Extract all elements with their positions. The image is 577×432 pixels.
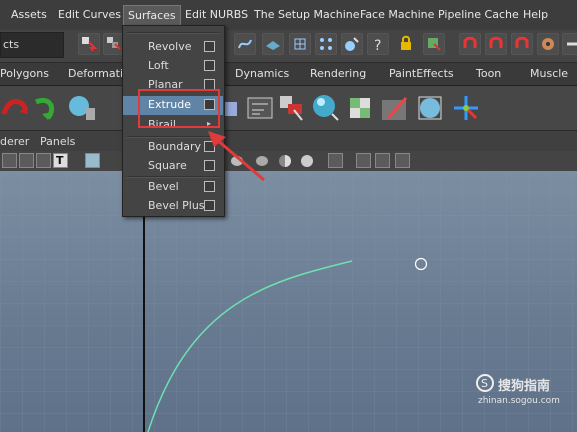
light-sphere-icon[interactable] bbox=[300, 153, 315, 168]
tab-painteffects[interactable]: PaintEffects bbox=[389, 67, 454, 80]
redo-arrow-icon[interactable] bbox=[30, 92, 62, 124]
watermark-brand: 搜狗指南 bbox=[498, 379, 551, 394]
panel-menu-bar: derer Panels bbox=[0, 131, 577, 151]
annotation-arrow-icon bbox=[208, 131, 265, 182]
shelf-icons bbox=[0, 86, 577, 131]
share-view-icon[interactable] bbox=[395, 153, 410, 168]
menu-face-machine[interactable]: Face Machine bbox=[360, 8, 434, 21]
partial-icon[interactable] bbox=[225, 92, 239, 124]
snap-points-icon[interactable] bbox=[315, 33, 337, 55]
svg-text:?: ? bbox=[374, 38, 381, 52]
tool-red-icon[interactable] bbox=[276, 92, 308, 124]
bookmark-icon[interactable] bbox=[36, 153, 51, 168]
sphere-delete-icon[interactable] bbox=[66, 92, 98, 124]
menu-tearoff[interactable] bbox=[127, 32, 219, 34]
main-menu-bar: Assets Edit Curves Surfaces Edit NURBS T… bbox=[0, 0, 577, 31]
select-highlight-icon[interactable] bbox=[423, 33, 445, 55]
viewport-grid bbox=[0, 171, 577, 432]
menu-renderer[interactable]: derer bbox=[0, 135, 29, 148]
revolve-option-box[interactable] bbox=[204, 41, 215, 52]
render-settings-icon[interactable] bbox=[537, 33, 559, 55]
magnet-grid-icon[interactable] bbox=[485, 33, 507, 55]
svg-text:S: S bbox=[481, 377, 488, 390]
tab-dynamics[interactable]: Dynamics bbox=[235, 67, 289, 80]
shelf-tab-bar: Polygons Deformation Dynamics Rendering … bbox=[0, 63, 577, 86]
snap-surface-icon[interactable] bbox=[262, 33, 284, 55]
menu-item-loft[interactable]: Loft bbox=[123, 57, 223, 76]
snap-curve-icon[interactable] bbox=[234, 33, 256, 55]
magnet-curve-icon[interactable] bbox=[459, 33, 481, 55]
snap-view-icon[interactable] bbox=[289, 33, 311, 55]
lattice-sphere-icon[interactable] bbox=[414, 92, 446, 124]
menu-item-bevel-plus[interactable]: Bevel Plus bbox=[123, 197, 223, 216]
status-line: cts ? bbox=[0, 30, 577, 63]
help-icon[interactable]: ? bbox=[367, 33, 389, 55]
menu-set-label: cts bbox=[3, 38, 20, 51]
loft-option-box[interactable] bbox=[204, 60, 215, 71]
make-live-icon[interactable] bbox=[341, 33, 363, 55]
hypergraph-icon[interactable] bbox=[244, 92, 276, 124]
paint-brush-icon[interactable] bbox=[380, 92, 412, 124]
menu-surfaces[interactable]: Surfaces bbox=[123, 5, 181, 26]
menu-pipeline-cache[interactable]: Pipeline Cache bbox=[438, 8, 519, 21]
render-view-icon[interactable] bbox=[562, 33, 577, 55]
camera-attr-icon[interactable] bbox=[2, 153, 17, 168]
panel-toolbar: T bbox=[0, 151, 577, 172]
magnet-point-icon[interactable] bbox=[511, 33, 533, 55]
tab-muscle[interactable]: Muscle bbox=[530, 67, 568, 80]
copy-view-icon[interactable] bbox=[375, 153, 390, 168]
tab-rendering[interactable]: Rendering bbox=[310, 67, 366, 80]
menu-edit-nurbs[interactable]: Edit NURBS bbox=[185, 8, 248, 21]
text-icon[interactable]: T bbox=[53, 153, 68, 168]
tab-toon[interactable]: Toon bbox=[476, 67, 501, 80]
sphere-material-icon[interactable] bbox=[310, 92, 342, 124]
viewport-3d[interactable] bbox=[0, 171, 577, 432]
bevel-plus-option-box[interactable] bbox=[204, 200, 215, 211]
annotation-highlight-box bbox=[138, 89, 220, 128]
select-tool-icon[interactable] bbox=[78, 33, 100, 55]
view-cube-icon[interactable] bbox=[356, 153, 371, 168]
menu-item-revolve[interactable]: Revolve bbox=[123, 38, 223, 57]
menu-set-field[interactable]: cts bbox=[0, 32, 64, 58]
menu-help[interactable]: Help bbox=[523, 8, 548, 21]
undo-arrow-icon[interactable] bbox=[0, 92, 32, 124]
lock-icon[interactable] bbox=[396, 33, 418, 55]
menu-setup-machine[interactable]: The Setup Machine bbox=[254, 8, 360, 21]
watermark-url: zhinan.sogou.com bbox=[478, 396, 560, 406]
half-sphere-icon[interactable] bbox=[278, 153, 293, 168]
locator-icon[interactable] bbox=[450, 92, 482, 124]
isolate-select-icon[interactable] bbox=[328, 153, 343, 168]
image-plane-icon[interactable] bbox=[19, 153, 34, 168]
menu-panels[interactable]: Panels bbox=[40, 135, 75, 148]
menu-edit-curves[interactable]: Edit Curves bbox=[58, 8, 121, 21]
sogou-logo-icon: S bbox=[476, 374, 494, 392]
tab-polygons[interactable]: Polygons bbox=[0, 67, 49, 80]
checker-cube-icon[interactable] bbox=[346, 92, 378, 124]
wireframe-cube-icon[interactable] bbox=[85, 153, 100, 168]
menu-assets[interactable]: Assets bbox=[11, 8, 47, 21]
